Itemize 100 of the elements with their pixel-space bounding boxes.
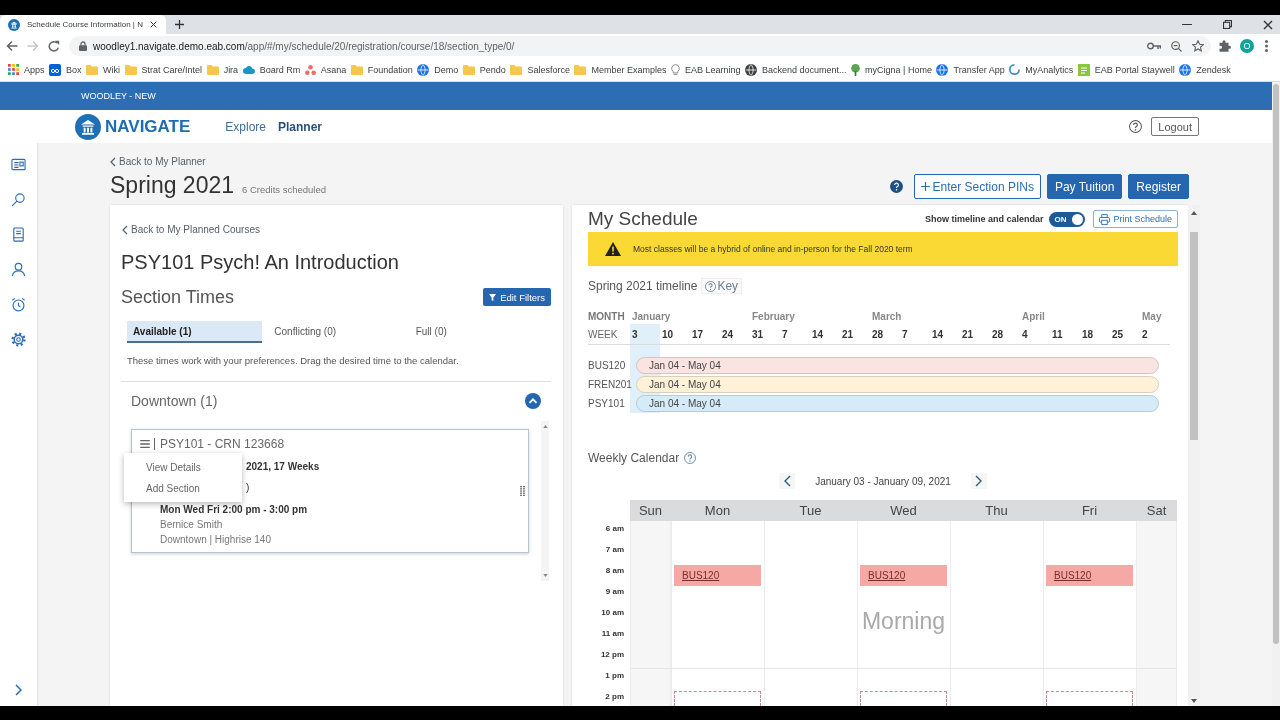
bookmark[interactable]: Pendo: [462, 64, 506, 75]
bookmark[interactable]: Apps: [8, 64, 45, 75]
bookmark[interactable]: Salesforce: [510, 64, 570, 75]
section-heading: Section Times: [121, 286, 235, 308]
week-label: 14: [811, 328, 825, 340]
print-button[interactable]: Print Schedule: [1093, 210, 1178, 228]
folder-icon: [462, 64, 475, 75]
calendar-event[interactable]: BUS120: [1046, 565, 1133, 586]
chevron-right-icon[interactable]: [15, 684, 22, 696]
location-text: Downtown | Highrise 140: [160, 534, 271, 546]
back-link[interactable]: Back to My Planner: [110, 156, 206, 168]
grip-icon[interactable]: [520, 486, 525, 496]
bookmark[interactable]: MyAnalytics: [1009, 64, 1074, 75]
bookmark[interactable]: Demo: [417, 63, 459, 76]
scrollbar[interactable]: [1272, 82, 1280, 706]
primary-button[interactable]: Pay Tuition: [1046, 174, 1123, 199]
more-icon[interactable]: [1265, 40, 1268, 52]
plus-icon: [920, 182, 930, 191]
close-icon[interactable]: [150, 21, 157, 28]
key-button[interactable]: Key: [701, 278, 743, 294]
star-icon[interactable]: [1192, 40, 1204, 52]
week-label: 7: [781, 328, 789, 340]
plus-icon[interactable]: [175, 20, 184, 29]
scrollbar[interactable]: [541, 421, 549, 581]
address-bar[interactable]: woodley1.navigate.demo.eab.com/app/#/my/schedule/20/registration/course/18/section_type/0/: [69, 36, 1211, 56]
drag-handle-icon[interactable]: [140, 440, 150, 448]
bookmark[interactable]: Box: [49, 63, 82, 76]
bookmark[interactable]: EAB Portal Staywell: [1077, 63, 1175, 76]
folder-icon: [350, 64, 363, 75]
scroll-down-icon[interactable]: [542, 574, 548, 577]
time-label: 2 pm: [604, 691, 625, 703]
restore-icon[interactable]: [1223, 20, 1232, 29]
alarm-clock-icon[interactable]: [11, 297, 26, 312]
search-icon[interactable]: [11, 192, 26, 207]
folder-icon: [86, 64, 99, 75]
bookmark[interactable]: myCigna | Home: [851, 63, 932, 76]
close-icon[interactable]: [1263, 19, 1273, 30]
toggle-switch[interactable]: ON: [1049, 211, 1086, 227]
back-link[interactable]: Back to My Planned Courses: [122, 224, 260, 236]
day-header: Thu: [984, 502, 1009, 520]
timeline-bar: Jan 04 - May 04: [636, 357, 1159, 374]
bookmark[interactable]: Member Examples: [574, 64, 667, 75]
week-label: 11: [1051, 328, 1064, 340]
group-heading: Downtown (1): [131, 393, 218, 409]
zoom-icon[interactable]: [1171, 40, 1182, 52]
person-icon[interactable]: [11, 262, 26, 277]
time-label: 8 am: [604, 565, 625, 577]
filter-tab[interactable]: Conflicting (0): [268, 321, 404, 343]
scroll-up-icon[interactable]: [542, 425, 548, 428]
nav-link[interactable]: Explore: [225, 119, 266, 134]
previous-week-button[interactable]: [779, 473, 796, 489]
calendar-event[interactable]: BUS120: [860, 565, 947, 586]
bookmark[interactable]: Foundation: [350, 64, 413, 75]
day-header: Wed: [889, 502, 918, 520]
filter-tab[interactable]: Full (0): [409, 321, 545, 343]
puzzle-icon[interactable]: [1219, 40, 1231, 52]
week-label: 25: [1111, 328, 1125, 340]
reload-icon[interactable]: [48, 40, 60, 52]
help-icon: [705, 280, 717, 292]
browser-tab[interactable]: Schedule Course Information | N: [0, 15, 166, 34]
key-icon[interactable]: [1147, 42, 1161, 50]
nav-link[interactable]: Planner: [278, 119, 323, 134]
settings-icon[interactable]: [11, 332, 26, 347]
scrollbar-thumb[interactable]: [1273, 84, 1279, 644]
minimize-icon[interactable]: [1182, 23, 1192, 26]
calendar-event[interactable]: BUS120: [674, 565, 761, 586]
bookmark[interactable]: EAB Learning: [670, 64, 741, 75]
bookmark[interactable]: Jira: [206, 64, 239, 75]
timeline-bar: Jan 04 - May 04: [636, 376, 1159, 393]
filter-tab[interactable]: Available (1): [127, 321, 263, 343]
bookmark[interactable]: Backend document...: [745, 63, 847, 76]
back-icon[interactable]: [6, 40, 18, 52]
bookmark[interactable]: Strat Care/Intel: [124, 64, 203, 75]
time-label: 10 am: [600, 607, 625, 619]
menu-item[interactable]: View Details: [146, 462, 201, 474]
tree-icon: [851, 63, 861, 76]
next-week-button[interactable]: [970, 473, 987, 489]
book-icon[interactable]: [11, 227, 26, 242]
bookmark[interactable]: Asana: [304, 64, 347, 75]
row-label: WEEK: [588, 328, 619, 340]
primary-button[interactable]: Register: [1128, 174, 1189, 199]
chevron-up-icon[interactable]: [525, 393, 541, 409]
bookmark[interactable]: Wiki: [86, 64, 121, 75]
add-button[interactable]: Enter Section PINs: [913, 174, 1041, 199]
scroll-down-icon[interactable]: [1191, 699, 1197, 703]
help-icon[interactable]: [1129, 120, 1143, 133]
edit-filters-button[interactable]: Edit Filters: [483, 288, 551, 306]
scroll-up-icon[interactable]: [1191, 211, 1197, 215]
month-label: February: [751, 310, 795, 322]
help-icon[interactable]: [889, 180, 903, 193]
term-text: 2021, 17 Weeks: [246, 461, 320, 473]
hint-text: These times work with your preferences. Drag the desired time to the calendar.: [127, 355, 459, 367]
bookmark[interactable]: Transfer App: [936, 63, 1005, 76]
square-icon: [1077, 63, 1090, 76]
logout-button[interactable]: Logout: [1151, 117, 1199, 136]
menu-item[interactable]: Add Section: [146, 483, 200, 495]
scrollbar-thumb[interactable]: [1190, 232, 1198, 440]
bookmark[interactable]: Zendesk: [1179, 63, 1231, 76]
bookmark[interactable]: Board Rm: [242, 64, 301, 75]
id-card-icon[interactable]: [11, 157, 26, 172]
